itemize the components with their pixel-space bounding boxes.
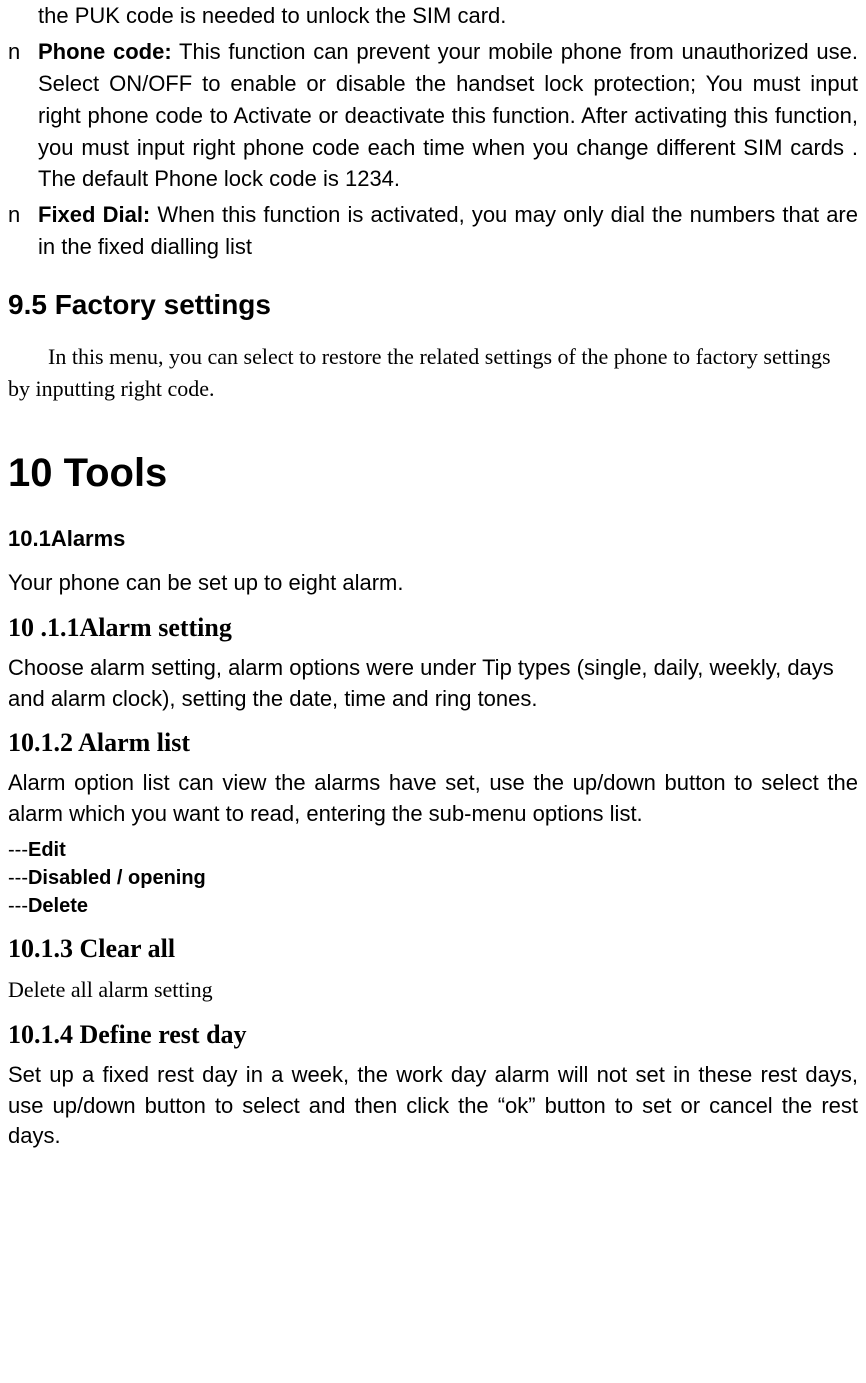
alarms-intro: Your phone can be set up to eight alarm. bbox=[8, 568, 858, 599]
bullet-body: Fixed Dial: When this function is activa… bbox=[38, 199, 858, 263]
heading-clear-all: 10.1.3 Clear all bbox=[8, 934, 858, 964]
bullet-label: Phone code: bbox=[38, 39, 172, 64]
continued-text: the PUK code is needed to unlock the SIM… bbox=[38, 0, 858, 32]
list-item: ---Edit bbox=[8, 836, 858, 864]
alarm-setting-body: Choose alarm setting, alarm options were… bbox=[8, 653, 858, 715]
heading-tools: 10 Tools bbox=[8, 451, 858, 496]
factory-settings-body: In this menu, you can select to restore … bbox=[8, 341, 858, 405]
heading-alarm-list: 10.1.2 Alarm list bbox=[8, 728, 858, 758]
alarm-list-body: Alarm option list can view the alarms ha… bbox=[8, 768, 858, 830]
define-rest-day-body: Set up a fixed rest day in a week, the w… bbox=[8, 1060, 858, 1152]
dash-prefix: --- bbox=[8, 839, 28, 861]
bullet-body: Phone code: This function can prevent yo… bbox=[38, 36, 858, 195]
bullet-label: Fixed Dial: bbox=[38, 202, 150, 227]
dash-prefix: --- bbox=[8, 895, 28, 917]
heading-alarm-setting: 10 .1.1Alarm setting bbox=[8, 613, 858, 643]
heading-factory-settings: 9.5 Factory settings bbox=[8, 289, 858, 321]
heading-define-rest-day: 10.1.4 Define rest day bbox=[8, 1020, 858, 1050]
bullet-text: When this function is activated, you may… bbox=[38, 202, 858, 259]
alarm-option-delete: Delete bbox=[28, 895, 88, 917]
clear-all-body: Delete all alarm setting bbox=[8, 974, 858, 1006]
list-item: ---Delete bbox=[8, 892, 858, 920]
bullet-marker: n bbox=[8, 199, 38, 231]
list-item: ---Disabled / opening bbox=[8, 864, 858, 892]
list-item: n Fixed Dial: When this function is acti… bbox=[8, 199, 858, 263]
heading-alarms: 10.1Alarms bbox=[8, 526, 858, 552]
dash-prefix: --- bbox=[8, 867, 28, 889]
alarm-option-edit: Edit bbox=[28, 839, 66, 861]
bullet-marker: n bbox=[8, 36, 38, 68]
alarm-option-disabled-opening: Disabled / opening bbox=[28, 867, 206, 889]
list-item: n Phone code: This function can prevent … bbox=[8, 36, 858, 195]
